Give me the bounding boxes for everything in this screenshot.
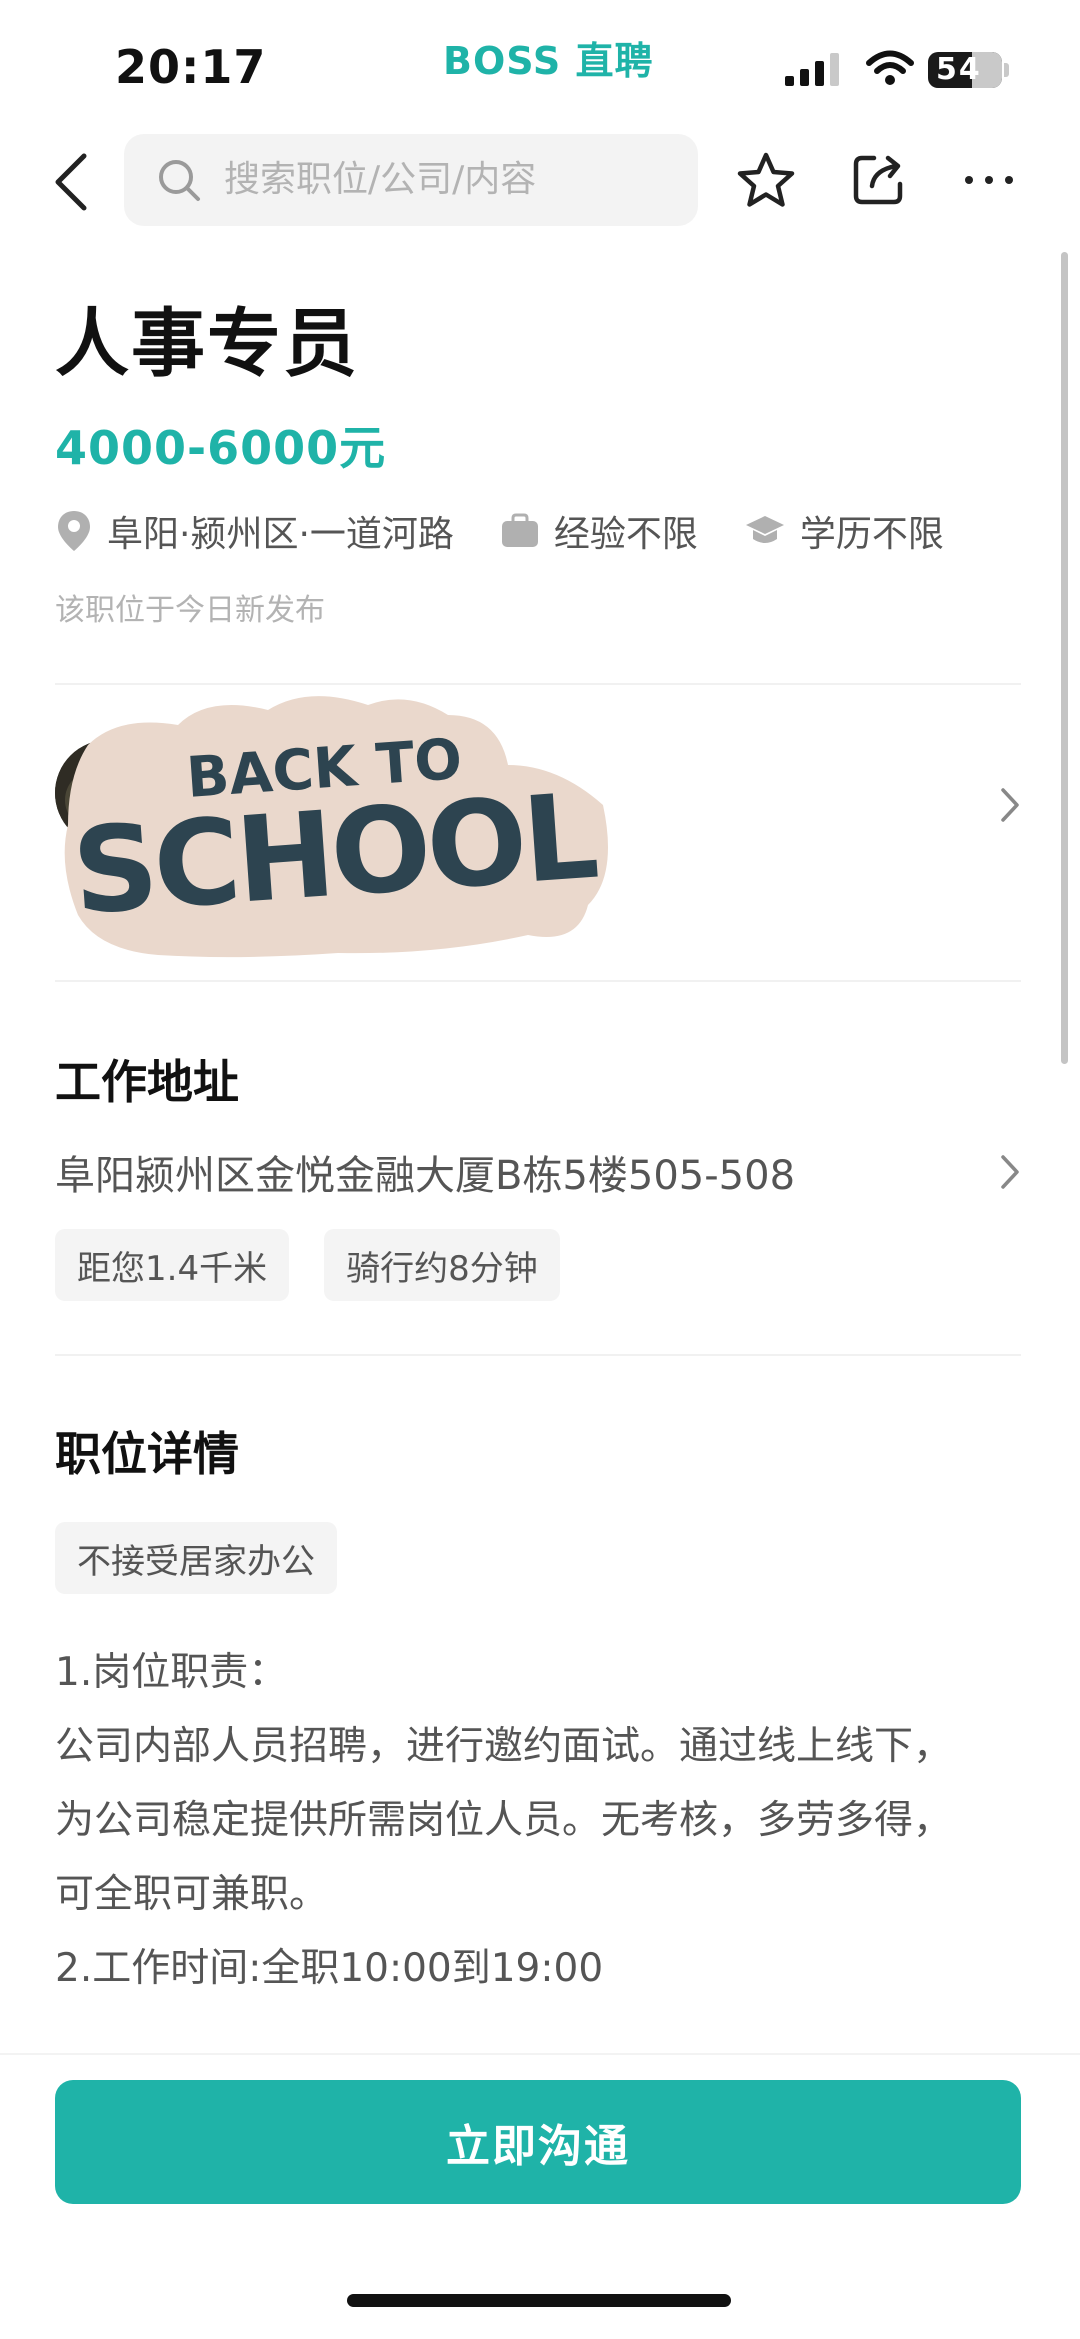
description-line: 公司内部人员招聘，进行邀约面试。通过线上线下， [55,1724,953,1769]
chat-now-button[interactable]: 立即沟通 [55,2080,1021,2204]
distance-tag: 距您1.4千米 [55,1229,290,1301]
description-line: 1.岗位职责： [55,1650,288,1695]
location-pin-icon [58,511,90,551]
battery-nub [1004,63,1009,77]
favorite-star-icon[interactable] [735,150,797,212]
wifi-icon [866,50,914,85]
address-tags: 距您1.4千米 骑行约8分钟 [55,1229,560,1301]
search-placeholder: 搜索职位/公司/内容 [224,159,537,200]
job-description: 1.岗位职责： 公司内部人员招聘，进行邀约面试。通过线上线下， 为公司稳定提供所… [55,1636,1025,2006]
back-to-school-sticker: BACK TO SCHOOL [64,696,608,958]
job-details-title: 职位详情 [55,1427,239,1481]
description-line: 可全职可兼职。 [55,1872,329,1917]
experience-meta: 经验不限 [500,505,698,557]
share-icon[interactable] [848,150,908,210]
education-text: 学历不限 [799,514,944,555]
details-tags: 不接受居家办公 [55,1522,337,1594]
description-line: 2.工作时间:全职10:00到19:00 [55,1946,604,1991]
home-indicator[interactable] [347,2294,731,2307]
work-address-text[interactable]: 阜阳颍州区金悦金融大厦B栋5楼505-508 [55,1143,795,1201]
battery-level: 54 [936,52,982,87]
description-line: 为公司稳定提供所需岗位人员。无考核，多劳多得， [55,1798,953,1843]
graduation-cap-icon [745,516,784,543]
location-text: 阜阳·颍州区·一道河路 [107,514,454,555]
chevron-right-icon[interactable] [998,785,1022,825]
back-arrow-icon[interactable] [50,150,94,214]
salary: 4000-6000元 [55,421,387,475]
ride-time-tag: 骑行约8分钟 [324,1229,560,1301]
remote-policy-tag: 不接受居家办公 [55,1522,337,1594]
search-icon [159,160,200,201]
more-options-icon[interactable] [963,170,1015,190]
scrollbar[interactable] [1061,252,1068,1064]
battery-icon: 54 [928,52,1002,88]
briefcase-icon [501,513,538,547]
chevron-right-icon[interactable] [998,1152,1022,1192]
cellular-signal-icon [785,53,839,86]
status-time: 20:17 [115,40,267,94]
experience-text: 经验不限 [553,514,698,555]
divider [55,1354,1021,1356]
publish-note: 该职位于今日新发布 [55,593,325,628]
app-brand-logo: BOSS 直聘 [443,39,654,83]
job-title: 人事专员 [55,301,359,387]
education-meta: 学历不限 [744,505,944,557]
job-meta-row: 阜阳·颍州区·一道河路 经验不限 学历不限 [55,503,944,559]
work-address-title: 工作地址 [55,1055,239,1109]
location-meta: 阜阳·颍州区·一道河路 [55,505,454,557]
divider [55,980,1021,982]
